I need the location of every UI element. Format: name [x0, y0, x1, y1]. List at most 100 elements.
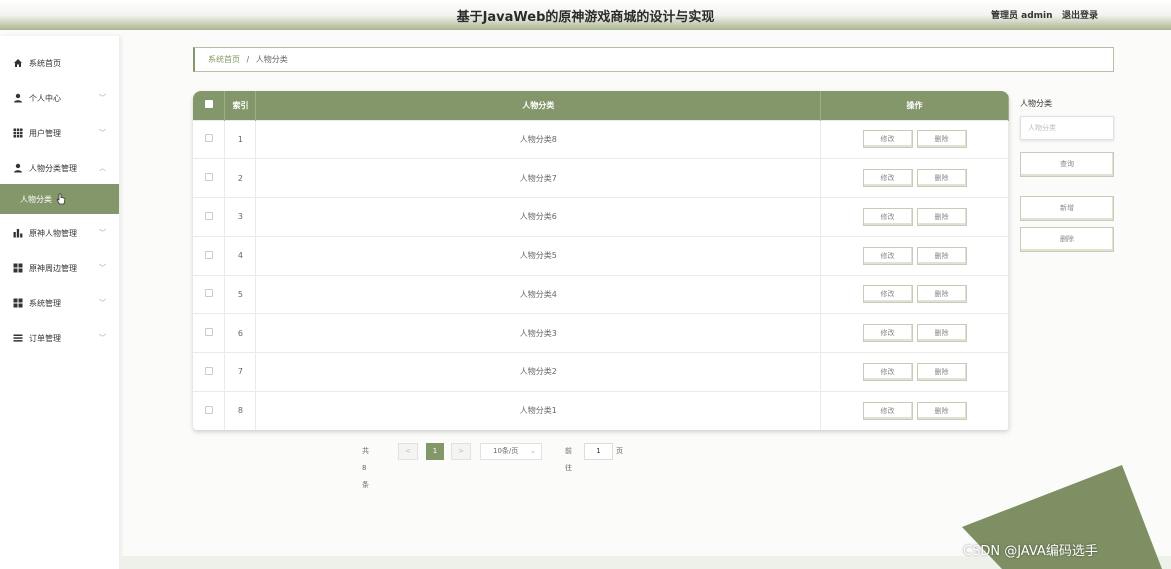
sidebar-item-genshin-merch-management[interactable]: 原神周边管理 ﹀ — [0, 253, 119, 283]
current-user: 管理员 admin — [991, 11, 1053, 21]
delete-button[interactable]: 删除 — [916, 324, 967, 343]
row-actions: 修改 删除 — [820, 197, 1009, 237]
edit-button[interactable]: 修改 — [862, 169, 913, 188]
row-checkbox-cell — [193, 158, 226, 198]
sidebar-item-character-category[interactable]: 人物分类 — [0, 184, 119, 214]
row-checkbox[interactable] — [204, 250, 213, 259]
home-icon — [13, 58, 23, 68]
table-row: 6 人物分类3 修改 删除 — [193, 313, 1009, 353]
prev-page-button[interactable]: < — [398, 443, 418, 460]
row-actions: 修改 删除 — [820, 158, 1009, 198]
delete-button[interactable]: 删除 — [916, 130, 967, 149]
apps-icon — [13, 298, 23, 308]
row-checkbox-cell — [193, 390, 226, 430]
row-checkbox[interactable] — [204, 328, 213, 337]
page-1-button[interactable]: 1 — [426, 443, 444, 460]
row-checkbox-cell — [193, 313, 226, 353]
goto-page-input[interactable]: 1 — [584, 443, 613, 460]
edit-button[interactable]: 修改 — [862, 324, 913, 343]
edit-button[interactable]: 修改 — [862, 130, 913, 149]
row-actions: 修改 删除 — [820, 352, 1009, 392]
row-actions: 修改 删除 — [820, 313, 1009, 353]
edit-button[interactable]: 修改 — [862, 285, 913, 304]
search-button[interactable]: 查询 — [1020, 152, 1114, 177]
table-row: 7 人物分类2 修改 删除 — [193, 352, 1009, 392]
row-checkbox[interactable] — [204, 366, 213, 375]
chevron-down-icon: ⌄ — [530, 447, 536, 455]
row-checkbox[interactable] — [204, 211, 213, 220]
sidebar-item-home[interactable]: 系统首页 — [0, 48, 119, 78]
row-checkbox-cell — [193, 119, 226, 159]
row-index: 2 — [224, 158, 257, 198]
table-row: 3 人物分类6 修改 删除 — [193, 197, 1009, 237]
breadcrumb-separator: / — [246, 55, 250, 64]
delete-button[interactable]: 删除 — [916, 285, 967, 304]
table-row: 8 人物分类1 修改 删除 — [193, 390, 1009, 430]
row-category-name: 人物分类4 — [255, 274, 822, 314]
page-suffix: 页 — [616, 447, 623, 455]
next-page-button[interactable]: > — [451, 443, 471, 460]
logout-link[interactable]: 退出登录 — [1062, 8, 1098, 21]
goto-label: 前往 — [565, 447, 572, 472]
table-row: 1 人物分类8 修改 删除 — [193, 119, 1009, 159]
sidebar-item-label: 系统首页 — [29, 58, 61, 68]
delete-button[interactable]: 删除 — [916, 362, 967, 381]
chevron-down-icon: ﹀ — [99, 94, 106, 102]
select-all-cell — [193, 91, 226, 120]
sidebar-item-system-management[interactable]: 系统管理 ﹀ — [0, 288, 119, 318]
delete-button[interactable]: 删除 — [916, 401, 967, 420]
edit-button[interactable]: 修改 — [862, 401, 913, 420]
filter-label: 人物分类 — [1020, 99, 1052, 108]
chevron-down-icon: ﹀ — [99, 264, 106, 272]
delete-button[interactable]: 删除 — [916, 246, 967, 265]
row-category-name: 人物分类1 — [255, 390, 822, 430]
row-checkbox-cell — [193, 235, 226, 275]
sidebar-item-label: 人物分类管理 — [29, 163, 77, 173]
list-icon — [13, 333, 23, 343]
row-index: 5 — [224, 274, 257, 314]
batch-delete-button[interactable]: 删除 — [1020, 227, 1114, 252]
sidebar-item-label: 用户管理 — [29, 128, 61, 138]
sidebar-item-character-category-management[interactable]: 人物分类管理 ︿ — [0, 153, 119, 183]
table-header-row: 索引 人物分类 操作 — [193, 91, 1009, 120]
row-actions: 修改 删除 — [820, 235, 1009, 275]
sidebar-item-order-management[interactable]: 订单管理 ﹀ — [0, 323, 119, 353]
category-search-input[interactable]: 人物分类 — [1020, 116, 1114, 140]
edit-button[interactable]: 修改 — [862, 362, 913, 381]
column-header-index: 索引 — [224, 91, 257, 120]
breadcrumb-home-link[interactable]: 系统首页 — [208, 55, 240, 64]
row-category-name: 人物分类6 — [255, 197, 822, 237]
page-size-select[interactable]: 10条/页 ⌄ — [480, 443, 542, 460]
table-row: 5 人物分类4 修改 删除 — [193, 274, 1009, 314]
delete-button[interactable]: 删除 — [916, 207, 967, 226]
table-row: 2 人物分类7 修改 删除 — [193, 158, 1009, 198]
user-icon — [13, 163, 23, 173]
row-checkbox[interactable] — [204, 173, 213, 182]
edit-button[interactable]: 修改 — [862, 246, 913, 265]
row-actions: 修改 删除 — [820, 390, 1009, 430]
select-all-checkbox[interactable] — [204, 100, 213, 109]
sidebar-item-genshin-character-management[interactable]: 原神人物管理 ﹀ — [0, 218, 119, 248]
sidebar-item-label: 系统管理 — [29, 298, 61, 308]
row-index: 3 — [224, 197, 257, 237]
row-checkbox[interactable] — [204, 289, 213, 298]
add-button[interactable]: 新增 — [1020, 196, 1114, 221]
sidebar-item-personal-center[interactable]: 个人中心 ﹀ — [0, 83, 119, 113]
row-index: 8 — [224, 390, 257, 430]
breadcrumb: 系统首页 / 人物分类 — [193, 47, 1114, 72]
cursor-hand-icon — [56, 193, 66, 207]
row-checkbox-cell — [193, 352, 226, 392]
edit-button[interactable]: 修改 — [862, 207, 913, 226]
apps-icon — [13, 263, 23, 273]
chevron-down-icon: ﹀ — [99, 334, 106, 342]
user-icon — [13, 93, 23, 103]
row-index: 7 — [224, 352, 257, 392]
sidebar-item-user-management[interactable]: 用户管理 ﹀ — [0, 118, 119, 148]
delete-button[interactable]: 删除 — [916, 169, 967, 188]
row-category-name: 人物分类3 — [255, 313, 822, 353]
row-checkbox[interactable] — [204, 134, 213, 143]
row-actions: 修改 删除 — [820, 274, 1009, 314]
grid-icon — [13, 128, 23, 138]
row-category-name: 人物分类2 — [255, 352, 822, 392]
row-checkbox[interactable] — [204, 405, 213, 414]
